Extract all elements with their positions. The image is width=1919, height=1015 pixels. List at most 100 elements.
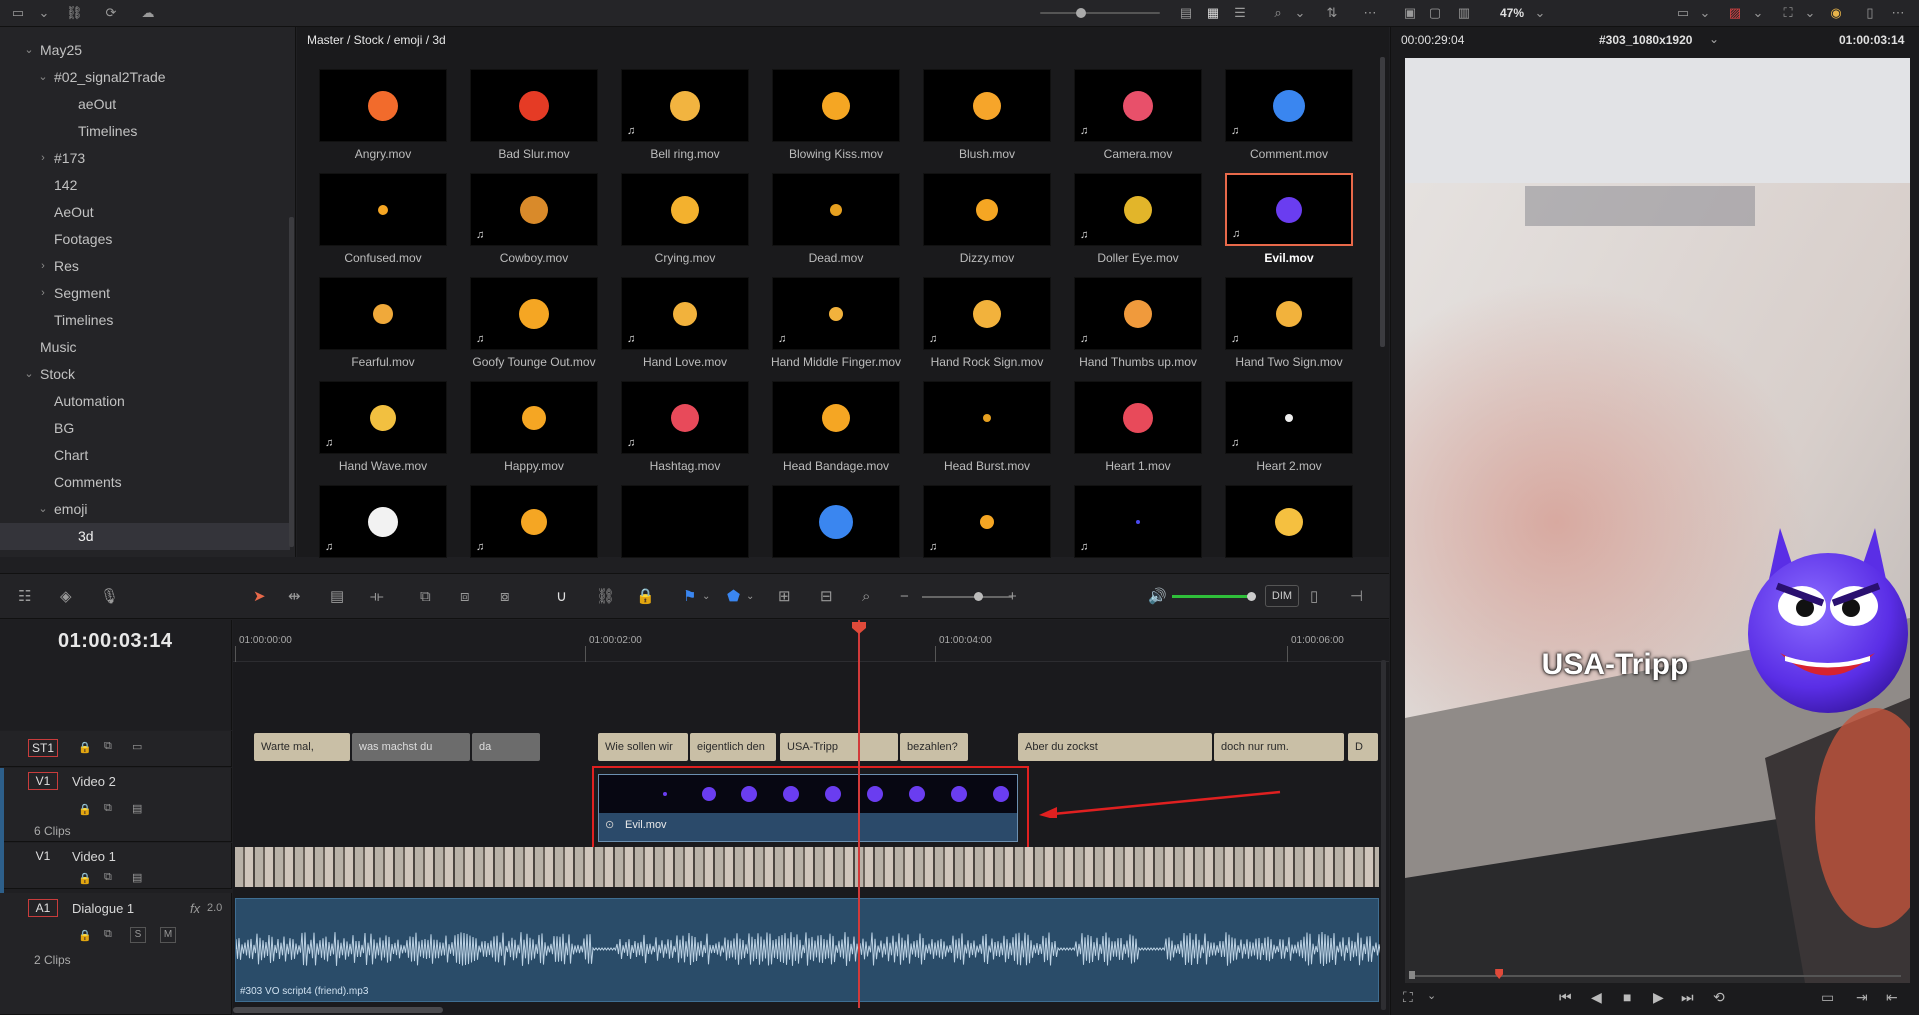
media-clip[interactable]: ♫: [923, 485, 1051, 585]
solo-button[interactable]: S: [130, 927, 146, 943]
cinema-view-icon[interactable]: ▥: [1456, 5, 1472, 21]
zoom-slider[interactable]: [922, 596, 1012, 598]
track-name[interactable]: Video 2: [72, 774, 116, 789]
panel-toggle-icon[interactable]: ▭: [10, 5, 26, 21]
tree-scrollbar[interactable]: [289, 217, 294, 547]
subtitle-clip[interactable]: da: [472, 733, 540, 761]
media-clip[interactable]: ♫ Goofy Tounge Out.mov: [470, 277, 598, 377]
track-header-v1[interactable]: V1 Video 1 🔒 ⧉ ▤: [0, 843, 232, 889]
media-clip[interactable]: Head Bandage.mov: [772, 381, 900, 481]
media-clip[interactable]: Crying.mov: [621, 173, 749, 273]
subtitle-clip[interactable]: bezahlen?: [900, 733, 968, 761]
overwrite-clip-icon[interactable]: ⧈: [460, 589, 470, 605]
chevron-down-icon[interactable]: ⌄: [36, 64, 50, 91]
volume-handle[interactable]: [1247, 592, 1256, 601]
chevron-down-icon[interactable]: ⌄: [22, 361, 36, 388]
tree-item[interactable]: ⌄ Stock: [0, 361, 290, 388]
chevron-right-icon[interactable]: ›: [36, 280, 50, 307]
media-clip[interactable]: ♫ Hand Two Sign.mov: [1225, 277, 1353, 377]
mute-button[interactable]: M: [160, 927, 176, 943]
timeline-name[interactable]: #303_1080x1920: [1599, 33, 1692, 47]
media-clip[interactable]: ♫: [1074, 485, 1202, 585]
go-to-start-icon[interactable]: ⏮: [1559, 989, 1572, 1006]
insert-clip-icon[interactable]: ⧉: [420, 589, 431, 605]
tree-item[interactable]: › Segment: [0, 280, 290, 307]
thumbnail-view-icon[interactable]: ▦: [1205, 5, 1221, 21]
tree-item[interactable]: 3d: [0, 523, 290, 550]
timeline-vertical-scrollbar[interactable]: [1381, 660, 1386, 1010]
caption-icon[interactable]: ▭: [132, 740, 142, 753]
chevron-down-icon[interactable]: ⌄: [1750, 5, 1766, 21]
subtitle-clip[interactable]: Warte mal,: [254, 733, 350, 761]
sync-icon[interactable]: ⟳: [103, 5, 119, 21]
volume-icon[interactable]: 🔊: [1148, 589, 1167, 605]
media-clip[interactable]: ♫ Hand Middle Finger.mov: [771, 277, 901, 377]
next-edit-icon[interactable]: ⇥: [1856, 989, 1868, 1006]
chevron-down-icon[interactable]: ⌄: [1697, 5, 1713, 21]
media-clip[interactable]: [621, 485, 749, 585]
play-reverse-icon[interactable]: ◀: [1591, 989, 1602, 1006]
media-clip[interactable]: ♫ Bell ring.mov: [621, 69, 749, 169]
zoom-in-icon[interactable]: +: [1008, 589, 1017, 605]
track-header-a1[interactable]: A1 Dialogue 1 fx 2.0 🔒 ⧉ S M 2 Clips: [0, 893, 232, 1015]
list-view-icon[interactable]: ☰: [1232, 5, 1248, 21]
auto-select-icon[interactable]: ⧉: [104, 871, 112, 884]
go-to-end-icon[interactable]: ⏭: [1681, 989, 1694, 1006]
flag-icon[interactable]: ⚑: [683, 589, 696, 605]
track-name[interactable]: Video 1: [72, 849, 116, 864]
tree-item[interactable]: ⌄ May25: [0, 37, 290, 64]
media-clip[interactable]: ♫ Evil.mov: [1225, 173, 1353, 273]
media-clip[interactable]: ♫ Comment.mov: [1225, 69, 1353, 169]
zoom-slider-handle[interactable]: [974, 592, 983, 601]
lock-icon[interactable]: 🔒: [78, 741, 92, 754]
loop-icon[interactable]: ⟲: [1713, 989, 1725, 1006]
lock-icon[interactable]: 🔒: [78, 872, 92, 885]
microphone-icon[interactable]: 🎙: [100, 589, 119, 605]
tree-item[interactable]: AeOut: [0, 199, 290, 226]
mixer-icon[interactable]: ⊣: [1350, 589, 1363, 605]
cloud-icon[interactable]: ☁: [140, 5, 156, 21]
play-icon[interactable]: ▶: [1653, 989, 1664, 1006]
zoom-detail-icon[interactable]: ⊟: [820, 589, 833, 605]
tree-item[interactable]: ⌄ #02_signal2Trade: [0, 64, 290, 91]
tree-item[interactable]: ⌄ emoji: [0, 496, 290, 523]
thumbnail-size-slider[interactable]: [1040, 12, 1160, 14]
chevron-down-icon[interactable]: ⌄: [36, 496, 50, 523]
tree-item[interactable]: Timelines: [0, 307, 290, 334]
more-options-icon[interactable]: ⋯: [1890, 5, 1906, 21]
chevron-down-icon[interactable]: ⌄: [1532, 5, 1548, 21]
audio-meter-icon[interactable]: ▯: [1310, 589, 1318, 605]
sort-icon[interactable]: ⇅: [1324, 5, 1340, 21]
match-frame-icon[interactable]: ▭: [1821, 989, 1834, 1006]
timeline-clip-video1[interactable]: [235, 847, 1379, 887]
zoom-custom-icon[interactable]: ⌕: [862, 589, 870, 605]
media-clip[interactable]: Angry.mov: [319, 69, 447, 169]
tree-item[interactable]: Timelines: [0, 118, 290, 145]
media-clip[interactable]: ♫ Cowboy.mov: [470, 173, 598, 273]
more-options-icon[interactable]: ⋯: [1362, 5, 1378, 21]
snapping-icon[interactable]: ∪: [556, 589, 567, 605]
fx-overlay-icon[interactable]: ▨: [1727, 5, 1743, 21]
chevron-down-icon[interactable]: ⌄: [1709, 32, 1719, 46]
subtitle-clip[interactable]: Wie sollen wir: [598, 733, 688, 761]
lock-icon[interactable]: 🔒: [78, 803, 92, 816]
zoom-out-icon[interactable]: −: [900, 589, 909, 605]
dynamic-trim-icon[interactable]: ▤: [330, 589, 344, 605]
timeline-ruler[interactable]: 01:00:00:00 01:00:02:00 01:00:04:00 01:0…: [233, 620, 1389, 662]
crop-icon[interactable]: ⛶: [1403, 989, 1413, 1006]
media-clip[interactable]: ♫ Heart 2.mov: [1225, 381, 1353, 481]
tree-item[interactable]: Music: [0, 334, 290, 361]
auto-select-icon[interactable]: ⧉: [104, 740, 112, 753]
tree-item[interactable]: aeOut: [0, 91, 290, 118]
disable-video-icon[interactable]: ▤: [132, 802, 142, 815]
chevron-down-icon[interactable]: ⌄: [1802, 5, 1818, 21]
chevron-down-icon[interactable]: ⌄: [1427, 989, 1436, 1002]
timeline-horizontal-scrollbar[interactable]: [233, 1007, 443, 1013]
chevron-down-icon[interactable]: ⌄: [22, 37, 36, 64]
chevron-right-icon[interactable]: ›: [36, 145, 50, 172]
color-wheel-icon[interactable]: ◉: [1828, 5, 1844, 21]
media-clip[interactable]: Fearful.mov: [319, 277, 447, 377]
media-clip[interactable]: [1225, 485, 1353, 585]
trim-tool-icon[interactable]: ⇹: [288, 589, 301, 605]
timeline-view-options-icon[interactable]: ☷: [18, 589, 31, 605]
